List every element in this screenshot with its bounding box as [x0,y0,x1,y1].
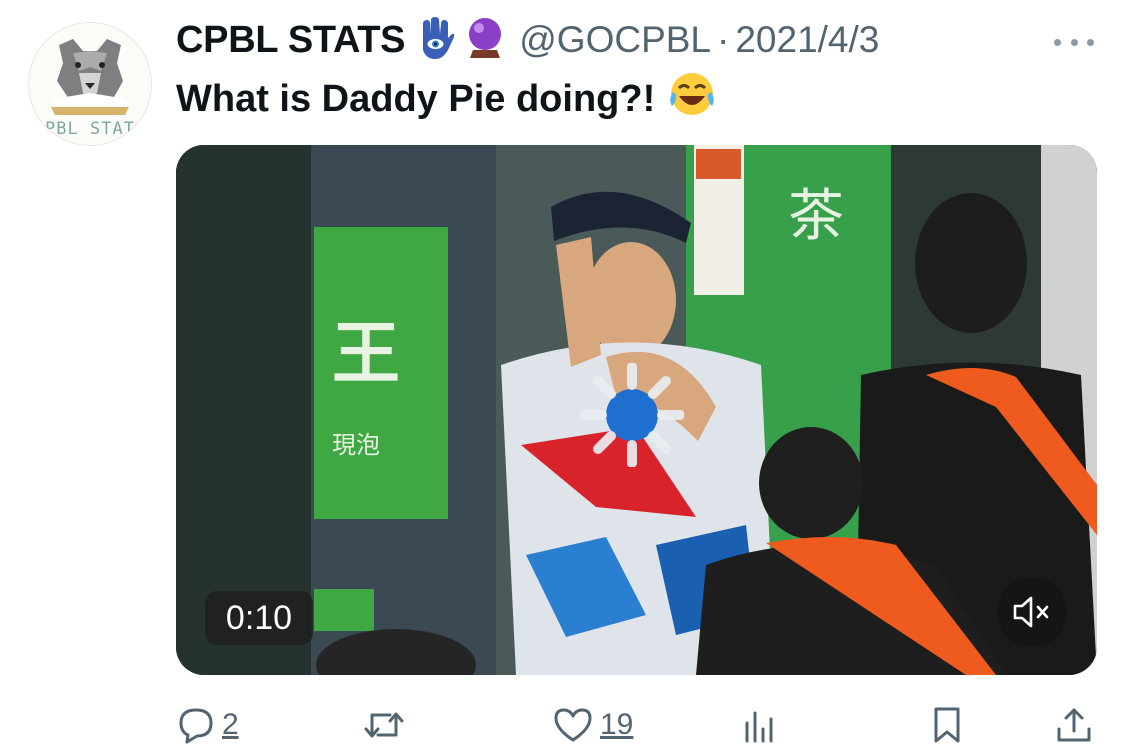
like-icon [554,708,592,742]
tweet-text-row: What is Daddy Pie doing?! [176,70,717,128]
avatar[interactable]: PBL STAT [28,22,152,146]
tweet-date[interactable]: 2021/4/3 [735,19,879,61]
reply-count[interactable]: 2 [222,708,239,742]
views-button[interactable] [742,700,778,750]
more-options-icon[interactable] [1054,36,1094,48]
video-timestamp: 0:10 [205,591,313,645]
hamsa-emoji [415,16,455,65]
action-bar: 2 19 [176,700,1096,750]
bookmark-button[interactable] [930,700,964,750]
video-player[interactable]: 王 現泡 茶 0:10 [176,145,1097,675]
volume-muted-icon[interactable] [997,577,1067,647]
share-icon [1057,708,1091,742]
share-button[interactable] [1054,700,1094,750]
retweet-icon [364,712,404,738]
tweet-header: CPBL STATS @GOCPBL · 2021/4/3 [176,14,1096,66]
crystal-ball-emoji [465,16,505,65]
author-handle[interactable]: @GOCPBL [519,19,711,61]
views-icon [745,711,773,743]
reply-button[interactable]: 2 [176,700,239,750]
face-with-tears-of-joy-emoji [667,70,717,128]
tweet-text: What is Daddy Pie doing?! [176,77,656,120]
sign-left-char: 王 [332,315,400,394]
retweet-button[interactable] [362,700,406,750]
bookmark-icon [934,707,960,743]
separator-dot: · [717,19,730,60]
avatar-text: PBL STAT [45,119,135,139]
like-count[interactable]: 19 [600,708,633,742]
author-name[interactable]: CPBL STATS [176,19,406,62]
loading-spinner-icon [580,363,684,467]
reply-icon [179,708,213,744]
sign-right-chars: 茶 [788,184,844,249]
sign-left-sub: 現泡 [332,431,380,459]
like-button[interactable]: 19 [552,700,633,750]
